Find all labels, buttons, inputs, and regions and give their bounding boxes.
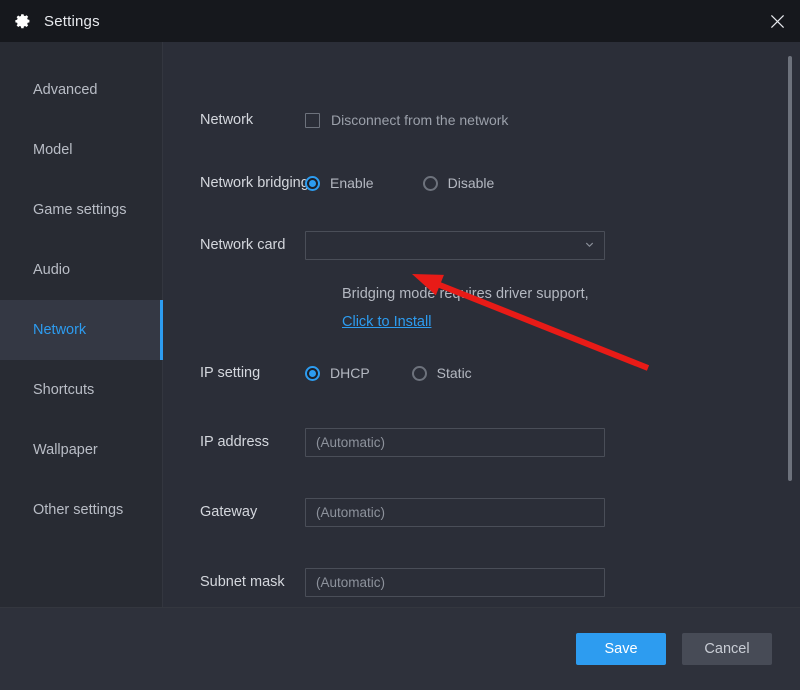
close-icon bbox=[770, 14, 784, 28]
row-network-bridging: Network bridging Enable Disable bbox=[163, 159, 800, 207]
window-title: Settings bbox=[44, 12, 100, 30]
cancel-button[interactable]: Cancel bbox=[682, 633, 772, 665]
subnet-mask-label: Subnet mask bbox=[200, 574, 285, 590]
radio-ip-static-label[interactable]: Static bbox=[437, 365, 472, 381]
gear-icon bbox=[15, 14, 30, 29]
network-card-label: Network card bbox=[200, 237, 286, 253]
ip-address-input[interactable] bbox=[305, 427, 605, 457]
save-button[interactable]: Save bbox=[576, 633, 666, 665]
subnet-mask-field bbox=[305, 567, 800, 597]
subnet-mask-input[interactable] bbox=[305, 567, 605, 597]
sidebar-item-game-settings[interactable]: Game settings bbox=[0, 180, 162, 240]
sidebar-item-label: Audio bbox=[33, 262, 71, 278]
close-button[interactable] bbox=[754, 0, 800, 42]
sidebar-item-label: Shortcuts bbox=[33, 382, 95, 398]
ip-setting-radio-group: DHCP Static bbox=[305, 365, 800, 381]
settings-content-pane: Network Disconnect from the network Netw… bbox=[163, 42, 800, 607]
row-network: Network Disconnect from the network bbox=[163, 100, 800, 140]
window-body: Advanced Model Game settings Audio Netwo… bbox=[0, 42, 800, 607]
content-scrollbar-thumb[interactable] bbox=[788, 56, 792, 481]
ip-address-label: IP address bbox=[200, 434, 270, 450]
sidebar-item-other-settings[interactable]: Other settings bbox=[0, 480, 162, 540]
sidebar-item-network[interactable]: Network bbox=[0, 300, 163, 360]
disconnect-network-checkbox[interactable] bbox=[305, 112, 320, 128]
network-settings-form: Network Disconnect from the network Netw… bbox=[163, 42, 800, 607]
disconnect-network-label: Disconnect from the network bbox=[331, 112, 509, 128]
sidebar-item-shortcuts[interactable]: Shortcuts bbox=[0, 360, 162, 420]
driver-hint-block: Bridging mode requires driver support, C… bbox=[163, 286, 800, 331]
sidebar-item-label: Other settings bbox=[33, 502, 124, 518]
row-subnet-mask: Subnet mask bbox=[163, 562, 800, 602]
title-bar: Settings bbox=[0, 0, 800, 42]
network-bridging-radio-group: Enable Disable bbox=[305, 175, 800, 191]
content-scrollbar-track[interactable] bbox=[785, 50, 794, 599]
dialog-footer: Save Cancel bbox=[0, 607, 800, 690]
radio-bridging-disable-label[interactable]: Disable bbox=[448, 175, 495, 191]
sidebar-item-label: Network bbox=[33, 322, 87, 338]
row-gateway: Gateway bbox=[163, 492, 800, 532]
sidebar-item-wallpaper[interactable]: Wallpaper bbox=[0, 420, 162, 480]
network-bridging-label: Network bridging bbox=[200, 175, 309, 191]
chevron-down-icon bbox=[585, 242, 594, 248]
ip-address-field bbox=[305, 427, 800, 457]
sidebar-item-audio[interactable]: Audio bbox=[0, 240, 162, 300]
row-network-card: Network card bbox=[163, 225, 800, 265]
sidebar-item-advanced[interactable]: Advanced bbox=[0, 60, 162, 120]
network-card-select[interactable] bbox=[305, 230, 605, 260]
radio-bridging-enable[interactable] bbox=[305, 175, 320, 191]
sidebar-item-label: Advanced bbox=[33, 82, 98, 98]
click-to-install-link[interactable]: Click to Install bbox=[342, 314, 431, 330]
radio-bridging-enable-label[interactable]: Enable bbox=[330, 175, 374, 191]
gateway-field bbox=[305, 497, 800, 527]
driver-hint-text: Bridging mode requires driver support, bbox=[342, 286, 589, 302]
gateway-input[interactable] bbox=[305, 497, 605, 527]
sidebar-item-label: Model bbox=[33, 142, 73, 158]
row-ip-setting: IP setting DHCP Static bbox=[163, 352, 800, 394]
radio-ip-dhcp[interactable] bbox=[305, 365, 320, 381]
sidebar-item-label: Game settings bbox=[33, 202, 127, 218]
network-label: Network bbox=[200, 112, 254, 128]
network-card-field bbox=[305, 230, 800, 260]
radio-bridging-disable[interactable] bbox=[422, 175, 438, 191]
radio-ip-static[interactable] bbox=[411, 365, 427, 381]
network-field: Disconnect from the network bbox=[305, 112, 800, 128]
gateway-label: Gateway bbox=[200, 504, 258, 520]
sidebar-item-label: Wallpaper bbox=[33, 442, 98, 458]
row-ip-address: IP address bbox=[163, 422, 800, 462]
sidebar: Advanced Model Game settings Audio Netwo… bbox=[0, 42, 163, 607]
radio-ip-dhcp-label[interactable]: DHCP bbox=[330, 365, 370, 381]
settings-window: Settings Advanced Model Game settings Au… bbox=[0, 0, 800, 690]
ip-setting-label: IP setting bbox=[200, 365, 261, 381]
sidebar-item-model[interactable]: Model bbox=[0, 120, 162, 180]
